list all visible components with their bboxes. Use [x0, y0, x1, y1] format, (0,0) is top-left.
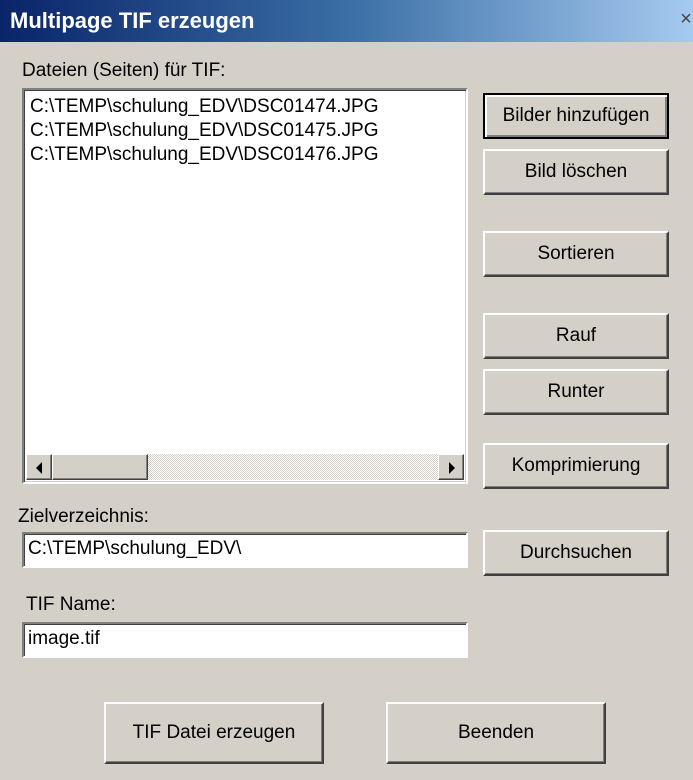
scroll-right-button[interactable] [438, 454, 464, 480]
browse-button[interactable]: Durchsuchen [483, 530, 669, 576]
window-title: Multipage TIF erzeugen [10, 8, 255, 33]
list-item[interactable]: C:\TEMP\schulung_EDV\DSC01474.JPG [30, 96, 379, 118]
tif-name-label: TIF Name: [26, 594, 116, 615]
sort-button[interactable]: Sortieren [483, 231, 669, 277]
files-label: Dateien (Seiten) für TIF: [22, 60, 226, 81]
move-up-button[interactable]: Rauf [483, 313, 669, 359]
scroll-left-button[interactable] [26, 454, 52, 480]
add-images-button[interactable]: Bilder hinzufügen [483, 93, 669, 139]
target-dir-label: Zielverzeichnis: [18, 506, 149, 527]
exit-button[interactable]: Beenden [386, 702, 606, 764]
target-dir-field[interactable]: C:\TEMP\schulung_EDV\ [22, 532, 468, 568]
arrow-left-icon [36, 462, 42, 474]
file-listbox[interactable]: C:\TEMP\schulung_EDV\DSC01474.JPG C:\TEM… [22, 88, 468, 484]
move-down-button[interactable]: Runter [483, 369, 669, 415]
list-item[interactable]: C:\TEMP\schulung_EDV\DSC01475.JPG [30, 120, 379, 142]
title-bar: Multipage TIF erzeugen × [0, 0, 693, 42]
compression-button[interactable]: Komprimierung [483, 443, 669, 489]
tif-name-field[interactable]: image.tif [22, 622, 468, 658]
delete-image-button[interactable]: Bild löschen [483, 149, 669, 195]
list-item[interactable]: C:\TEMP\schulung_EDV\DSC01476.JPG [30, 144, 379, 166]
scrollbar-thumb[interactable] [52, 454, 148, 480]
create-tif-button[interactable]: TIF Datei erzeugen [104, 702, 324, 764]
close-icon[interactable]: × [679, 8, 693, 30]
horizontal-scrollbar[interactable] [26, 454, 464, 480]
arrow-right-icon [449, 462, 455, 474]
